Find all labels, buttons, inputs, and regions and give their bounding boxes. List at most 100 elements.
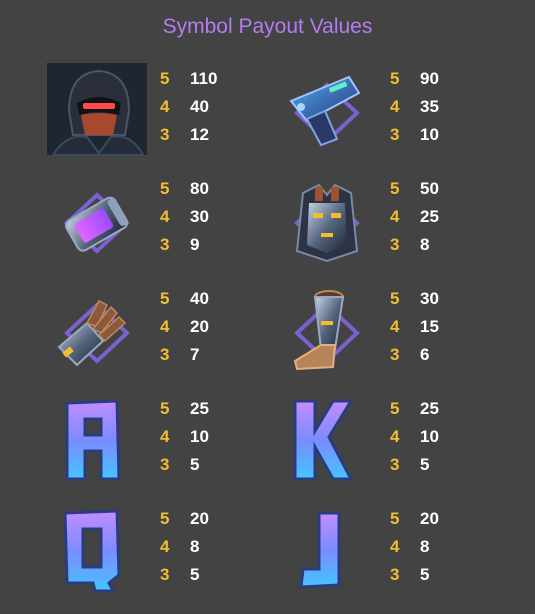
payout-list: 5 50 4 25 38 <box>390 175 490 259</box>
payout-value: 50 <box>420 179 439 198</box>
match-count: 5 <box>160 179 170 198</box>
payout-value: 5 <box>190 565 200 584</box>
match-count: 4 <box>390 537 400 556</box>
symbol-entry-10: 5 20 48 35 <box>277 503 535 603</box>
symbol-entry-7: 5 25 4 10 35 <box>47 393 307 493</box>
payout-value: 10 <box>420 427 439 446</box>
payout-row: 3 12 <box>160 121 260 149</box>
payout-value: 40 <box>190 289 209 308</box>
armor-vest-icon <box>277 173 377 273</box>
match-count: 4 <box>160 317 170 336</box>
payout-value: 30 <box>420 289 439 308</box>
match-count: 5 <box>160 509 170 528</box>
payout-list: 5 20 48 35 <box>160 505 260 589</box>
payout-row: 4 30 <box>160 203 260 231</box>
match-count: 3 <box>160 565 170 584</box>
payout-row: 3 10 <box>390 121 490 149</box>
payout-list: 5 25 4 10 35 <box>160 395 260 479</box>
payout-row: 39 <box>160 231 260 259</box>
match-count: 4 <box>160 427 170 446</box>
payout-value: 8 <box>190 537 200 556</box>
payout-list: 5 80 4 30 39 <box>160 175 260 259</box>
payout-row: 4 25 <box>390 203 490 231</box>
payout-value: 20 <box>420 509 439 528</box>
payout-value: 10 <box>420 125 439 144</box>
payout-value: 40 <box>190 97 209 116</box>
payout-row: 5 20 <box>390 505 490 533</box>
payout-row: 5 25 <box>160 395 260 423</box>
payout-row: 4 20 <box>160 313 260 341</box>
symbol-entry-5: 5 40 4 20 37 <box>47 283 307 383</box>
payout-row: 35 <box>390 451 490 479</box>
symbol-entry-6: 5 30 4 15 36 <box>277 283 535 383</box>
armored-boot-icon <box>277 283 377 383</box>
payout-value: 5 <box>420 455 430 474</box>
payout-list: 5 30 4 15 36 <box>390 285 490 369</box>
power-cell-icon <box>47 173 147 273</box>
payout-value: 12 <box>190 125 209 144</box>
match-count: 4 <box>160 537 170 556</box>
payout-value: 8 <box>420 537 430 556</box>
robotic-gauntlet-icon <box>47 283 147 383</box>
match-count: 5 <box>160 399 170 418</box>
payout-row: 4 10 <box>160 423 260 451</box>
payout-row: 38 <box>390 231 490 259</box>
match-count: 5 <box>390 399 400 418</box>
hooded-agent-icon <box>47 63 147 163</box>
payout-row: 5 90 <box>390 65 490 93</box>
symbol-entry-2: 5 90 4 35 3 10 <box>277 63 535 163</box>
payout-value: 5 <box>190 455 200 474</box>
payout-value: 20 <box>190 509 209 528</box>
match-count: 3 <box>390 455 400 474</box>
match-count: 5 <box>390 509 400 528</box>
match-count: 4 <box>160 97 170 116</box>
payout-value: 15 <box>420 317 439 336</box>
payout-value: 30 <box>190 207 209 226</box>
payout-value: 20 <box>190 317 209 336</box>
blaster-pistol-icon <box>277 63 377 163</box>
payout-list: 5 110 4 40 3 12 <box>160 65 260 149</box>
letter-q-icon <box>47 503 147 603</box>
payout-row: 4 35 <box>390 93 490 121</box>
payout-value: 10 <box>190 427 209 446</box>
payout-value: 25 <box>420 399 439 418</box>
match-count: 3 <box>390 565 400 584</box>
payout-value: 6 <box>420 345 430 364</box>
payout-row: 35 <box>390 561 490 589</box>
letter-a-icon <box>47 393 147 493</box>
match-count: 3 <box>160 455 170 474</box>
payout-list: 5 25 4 10 35 <box>390 395 490 479</box>
payout-value: 9 <box>190 235 200 254</box>
payout-value: 8 <box>420 235 430 254</box>
payout-value: 90 <box>420 69 439 88</box>
payout-list: 5 20 48 35 <box>390 505 490 589</box>
payout-value: 5 <box>420 565 430 584</box>
match-count: 4 <box>390 317 400 336</box>
match-count: 4 <box>390 207 400 226</box>
payout-row: 5 30 <box>390 285 490 313</box>
payout-list: 5 90 4 35 3 10 <box>390 65 490 149</box>
payout-value: 35 <box>420 97 439 116</box>
payout-row: 35 <box>160 561 260 589</box>
payout-list: 5 40 4 20 37 <box>160 285 260 369</box>
payout-row: 4 15 <box>390 313 490 341</box>
match-count: 3 <box>390 235 400 254</box>
payout-value: 25 <box>420 207 439 226</box>
symbol-entry-3: 5 80 4 30 39 <box>47 173 307 273</box>
payout-row: 48 <box>390 533 490 561</box>
match-count: 5 <box>160 289 170 308</box>
payout-value: 110 <box>190 69 218 88</box>
payout-row: 35 <box>160 451 260 479</box>
payout-row: 5 40 <box>160 285 260 313</box>
payout-row: 5 20 <box>160 505 260 533</box>
payout-value: 80 <box>190 179 209 198</box>
match-count: 3 <box>160 125 170 144</box>
match-count: 3 <box>390 125 400 144</box>
symbol-entry-4: 5 50 4 25 38 <box>277 173 535 273</box>
payout-row: 5 50 <box>390 175 490 203</box>
payout-row: 5 80 <box>160 175 260 203</box>
payout-row: 36 <box>390 341 490 369</box>
match-count: 5 <box>390 289 400 308</box>
symbol-entry-9: 5 20 48 35 <box>47 503 307 603</box>
match-count: 3 <box>160 345 170 364</box>
